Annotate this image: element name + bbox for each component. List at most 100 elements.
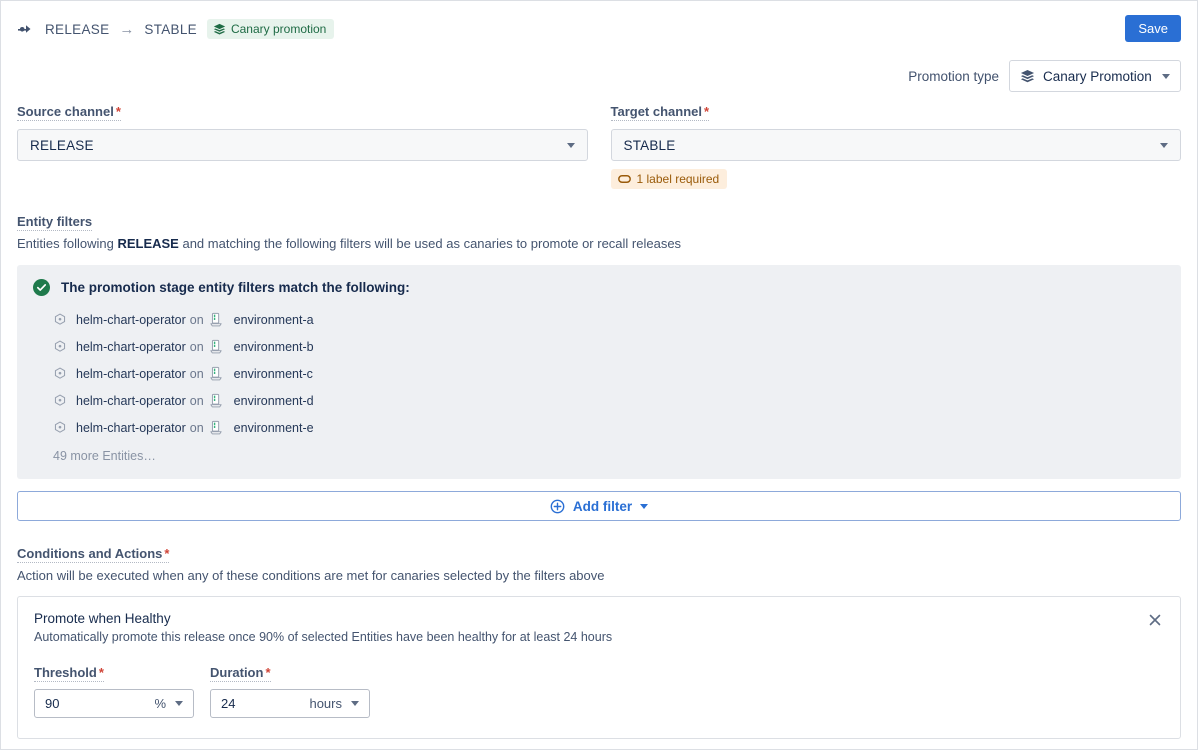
entity-node-icon [53, 366, 67, 381]
entity-panel-header: The promotion stage entity filters match… [33, 279, 1165, 296]
duration-input[interactable]: 24 [211, 696, 303, 711]
entity-more-link[interactable]: 49 more Entities… [33, 449, 1165, 463]
add-filter-label: Add filter [572, 498, 633, 514]
entity-filter-row: helm-chart-operator on environment-a [33, 306, 1165, 333]
entity-name[interactable]: helm-chart-operator [76, 367, 186, 381]
conditions-section: Conditions and Actions * Action will be e… [17, 545, 1181, 583]
entity-name[interactable]: helm-chart-operator [76, 313, 186, 327]
entity-name[interactable]: helm-chart-operator [76, 340, 186, 354]
desc-prefix: Entities following [17, 236, 118, 251]
label-required-text: 1 label required [636, 172, 720, 186]
entity-filter-row: helm-chart-operator on environment-b [33, 333, 1165, 360]
chevron-down-icon [566, 142, 575, 148]
duration-group: Duration * 24 hours [210, 664, 370, 718]
entity-target[interactable]: environment-b [234, 340, 314, 354]
condition-description: Automatically promote this release once … [34, 630, 613, 644]
source-channel-group: Source channel * RELEASE [17, 103, 588, 189]
entity-connector: on [189, 312, 204, 327]
desc-bold: RELEASE [117, 236, 179, 251]
duration-label-wrap: Duration * [210, 664, 370, 689]
threshold-label-wrap: Threshold * [34, 664, 194, 689]
entity-node-icon [53, 339, 67, 354]
entity-name[interactable]: helm-chart-operator [76, 421, 186, 435]
entity-target[interactable]: environment-a [234, 313, 314, 327]
duration-unit-value: hours [309, 696, 342, 711]
entity-node-icon [53, 393, 67, 408]
required-marker: * [164, 546, 170, 561]
save-button[interactable]: Save [1125, 15, 1181, 42]
entity-filters-description: Entities following RELEASE and matching … [17, 236, 1181, 251]
chevron-down-icon [351, 701, 359, 706]
source-channel-label: Source channel * [17, 104, 121, 121]
server-rack-icon [208, 393, 224, 409]
entity-filter-row: helm-chart-operator on environment-d [33, 387, 1165, 414]
close-icon[interactable] [1144, 609, 1166, 631]
entity-filters-label-wrap: Entity filters [17, 213, 1181, 233]
required-marker: * [115, 104, 121, 119]
threshold-input[interactable]: 90 [35, 696, 148, 711]
threshold-unit-value: % [154, 696, 166, 711]
conditions-label: Conditions and Actions * [17, 546, 170, 563]
target-channel-label-wrap: Target channel * [610, 103, 1182, 129]
entity-name[interactable]: helm-chart-operator [76, 394, 186, 408]
server-rack-icon [208, 366, 224, 382]
breadcrumb: RELEASE → STABLE Canary promotion [17, 19, 335, 39]
target-channel-select[interactable]: STABLE [610, 129, 1181, 161]
threshold-input-wrap: 90 % [34, 689, 194, 718]
promotion-editor-page: RELEASE → STABLE Canary promotion Save P… [0, 0, 1198, 750]
entity-target[interactable]: environment-d [234, 394, 314, 408]
form-body: Source channel * RELEASE Target channel * … [1, 103, 1197, 749]
duration-input-wrap: 24 hours [210, 689, 370, 718]
top-bar: RELEASE → STABLE Canary promotion Save [1, 1, 1197, 57]
entity-filter-row: helm-chart-operator on environment-e [33, 414, 1165, 441]
threshold-group: Threshold * 90 % [34, 664, 194, 718]
chevron-down-icon [175, 701, 183, 706]
target-channel-label: Target channel * [610, 104, 710, 121]
breadcrumb-source[interactable]: RELEASE [45, 22, 109, 37]
entity-connector: on [189, 339, 204, 354]
entity-filters-label: Entity filters [17, 214, 93, 231]
entity-match-panel: The promotion stage entity filters match… [17, 265, 1181, 479]
condition-card: Promote when Healthy Automatically promo… [17, 596, 1181, 739]
promotion-type-row: Promotion type Canary Promotion [1, 57, 1197, 95]
breadcrumb-target[interactable]: STABLE [144, 22, 197, 37]
plus-circle-icon [550, 499, 565, 514]
condition-title: Promote when Healthy [34, 611, 171, 626]
required-marker: * [98, 665, 104, 680]
channels-row: Source channel * RELEASE Target channel * … [17, 103, 1181, 189]
target-channel-value: STABLE [623, 137, 676, 153]
status-badge: Canary promotion [206, 19, 335, 39]
required-marker: * [265, 665, 271, 680]
entity-connector: on [189, 393, 204, 408]
source-channel-select[interactable]: RELEASE [17, 129, 588, 161]
promotion-type-label: Promotion type [908, 68, 999, 84]
entity-target[interactable]: environment-c [234, 367, 313, 381]
conditions-description: Action will be executed when any of thes… [17, 568, 605, 583]
duration-unit-select[interactable]: hours [303, 690, 369, 717]
promotion-type-select[interactable]: Canary Promotion [1009, 60, 1181, 92]
entity-panel-title: The promotion stage entity filters match… [61, 280, 410, 295]
promotion-type-value: Canary Promotion [1043, 68, 1152, 84]
layers-icon [1020, 69, 1035, 84]
entity-rows: helm-chart-operator on environment-a helm-c… [33, 306, 1165, 441]
chevron-down-icon [1160, 142, 1168, 148]
chevron-down-icon [1162, 73, 1170, 79]
entity-target[interactable]: environment-e [234, 421, 314, 435]
check-circle-icon [33, 279, 50, 296]
desc-suffix: and matching the following filters will … [178, 236, 682, 251]
entity-node-icon [53, 420, 67, 435]
breadcrumb-arrow-icon: → [119, 20, 135, 38]
server-rack-icon [208, 339, 224, 355]
layers-icon [213, 23, 226, 36]
source-channel-value: RELEASE [30, 137, 94, 153]
entity-filters-section: Entity filters Entities following RELEAS… [17, 213, 1181, 251]
chevron-down-icon [640, 503, 649, 509]
entity-node-icon [53, 312, 67, 327]
condition-inputs-row: Threshold * 90 % Duration * 24 hours [34, 664, 1164, 718]
conditions-label-wrap: Conditions and Actions * [17, 545, 1181, 565]
target-channel-group: Target channel * STABLE 1 label required [610, 103, 1182, 189]
add-filter-button[interactable]: Add filter [17, 491, 1181, 521]
status-badge-label: Canary promotion [230, 22, 327, 36]
threshold-unit-select[interactable]: % [148, 690, 193, 717]
threshold-label: Threshold * [34, 665, 104, 682]
